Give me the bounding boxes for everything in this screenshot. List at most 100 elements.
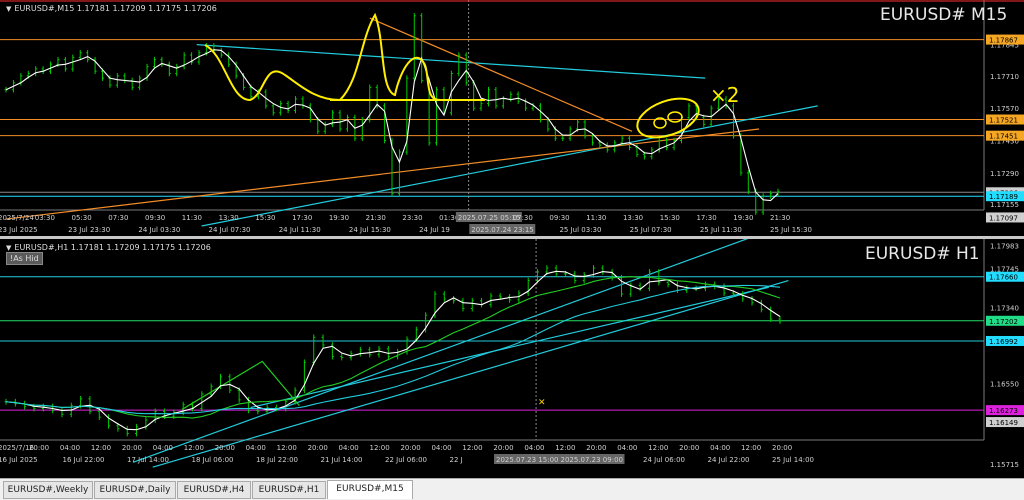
x-tick-label: 17:30 (292, 214, 312, 222)
x-date-label: 24 Jul 15:30 (349, 226, 391, 234)
price-tag-label: 1.16273 (989, 407, 1018, 415)
x-tick-label: 03:30 (35, 214, 55, 222)
chart-menu-triangle-icon[interactable]: ▼ (6, 244, 11, 252)
x-tick-label: 12:00 (741, 444, 761, 452)
y-tick-label: 1.16550 (990, 380, 1019, 388)
x-tick-label: 2025.07.25 05:15 (458, 214, 520, 222)
as-hidden-button[interactable]: !As Hid (6, 252, 43, 265)
x-date-label: 18 Jul 06:00 (192, 456, 234, 464)
x-tick-label: 04:00 (524, 444, 544, 452)
x-tick-label: 20:00 (679, 444, 699, 452)
x-tick-label: 20:00 (772, 444, 792, 452)
price-tag-label: 1.17189 (989, 193, 1018, 201)
tab-weekly[interactable]: EURUSD#,Weekly (3, 481, 93, 499)
x-date-label: 18 Jul 22:00 (256, 456, 298, 464)
x-tick-label: 20:00 (493, 444, 513, 452)
x-date-label: 25 Jul 11:30 (700, 226, 742, 234)
x-tick-label: 07:30 (513, 214, 533, 222)
x-tick-label: 20:00 (122, 444, 142, 452)
x-date-label: 24 Jul 19 (419, 226, 450, 234)
x-date-label: 25 Jul 07:30 (630, 226, 672, 234)
tab-m15[interactable]: EURUSD#,M15 (327, 480, 413, 499)
x-tick-label: 20:00 (400, 444, 420, 452)
tab-h4[interactable]: EURUSD#,H4 (177, 481, 251, 499)
chart-h1-title: EURUSD# H1 (865, 244, 980, 264)
x-tick-label: 12:00 (370, 444, 390, 452)
x-tick-label: 04:00 (710, 444, 730, 452)
x-date-label: 16 Jul 2025 (0, 456, 38, 464)
x-date-label: 22 Jul 06:00 (385, 456, 427, 464)
yellow-x2-annotation: ×2 (710, 83, 739, 107)
price-tag-label: 1.17202 (989, 318, 1018, 326)
y-tick-label: 1.15715 (990, 461, 1019, 469)
x-tick-label: 11:30 (586, 214, 606, 222)
x-date-label: 24 Jul 11:30 (279, 226, 321, 234)
chart-m15-title: EURUSD# M15 (880, 5, 1008, 25)
price-tag-label: 1.16992 (989, 338, 1018, 346)
y-tick-label: 1.17155 (990, 201, 1019, 209)
moving-average-line-0 (5, 270, 781, 431)
drawn-polyline-3 (181, 360, 300, 410)
x-tick-label: 05:30 (72, 214, 92, 222)
x-tick-label: 04:00 (431, 444, 451, 452)
tab-daily[interactable]: EURUSD#,Daily (94, 481, 176, 499)
x-tick-label: 20:00 (586, 444, 606, 452)
chart-m15-header-text: EURUSD#,M15 1.17181 1.17209 1.17175 1.17… (14, 4, 217, 13)
cross-marker-icon: ✕ (538, 398, 546, 408)
trendline-1 (152, 280, 789, 468)
x-tick-label: 12:00 (462, 444, 482, 452)
tab-h1[interactable]: EURUSD#,H1 (252, 481, 326, 499)
x-tick-label: 04:00 (60, 444, 80, 452)
chart-m15-plot[interactable]: 1.178451.177101.175701.174301.172901.171… (0, 0, 1024, 236)
x-tick-label: 04:00 (246, 444, 266, 452)
x-tick-label: 15:30 (660, 214, 680, 222)
x-tick-label: 12:00 (555, 444, 575, 452)
x-date-label: 25 Jul 14:00 (772, 456, 814, 464)
yellow-small-circle-annotation (667, 111, 683, 123)
x-date-label: 2025.07.23 09:00 (561, 456, 623, 464)
x-date-label: 2025.07.23 15:00 (496, 456, 558, 464)
x-tick-label: 21:30 (770, 214, 790, 222)
y-tick-label: 1.17340 (990, 305, 1019, 313)
x-date-label: 25 Jul 15:30 (770, 226, 812, 234)
x-date-label: 25 Jul 03:30 (559, 226, 601, 234)
x-tick-label: 12:00 (277, 444, 297, 452)
x-tick-label: 19:30 (733, 214, 753, 222)
x-date-label: 2025.07.24 23:15 (471, 226, 533, 234)
x-tick-label: 12:00 (648, 444, 668, 452)
chart-h1[interactable]: 1.179831.177451.173401.169901.165501.157… (0, 233, 1024, 477)
x-tick-label: 13:30 (623, 214, 643, 222)
chart-tab-bar: EURUSD#,Weekly EURUSD#,Daily EURUSD#,H4 … (0, 478, 1024, 500)
y-tick-label: 1.17710 (990, 73, 1019, 81)
price-tag-label: 1.17660 (989, 274, 1018, 282)
x-date-label: 22 J (450, 456, 463, 464)
x-date-label: 23 Jul 2025 (0, 226, 38, 234)
y-tick-label: 1.17570 (990, 105, 1019, 113)
trendline-3 (369, 17, 633, 132)
chart-h1-plot[interactable]: 1.179831.177451.173401.169901.165501.157… (0, 233, 1024, 477)
price-tag-label: 1.17521 (989, 117, 1018, 125)
x-tick-label: 04:00 (617, 444, 637, 452)
x-tick-label: 09:30 (549, 214, 569, 222)
price-tag-label: 1.16149 (989, 419, 1018, 427)
price-tag-label: 1.17867 (989, 37, 1018, 45)
chart-m15[interactable]: 1.17845 1.17710 1.17570 1.17430 1.17290 1.171… (0, 0, 1024, 236)
trendline-2 (5, 128, 760, 220)
price-tag-label: 1.17451 (989, 133, 1018, 141)
moving-average-line-2 (5, 284, 781, 415)
chart-h1-header: ▼ EURUSD#,H1 1.17181 1.17209 1.17175 1.17… (6, 243, 211, 252)
chart-m15-header: ▼ EURUSD#,M15 1.17181 1.17209 1.17175 1.1… (6, 4, 217, 13)
y-tick-label: 1.17983 (990, 243, 1019, 251)
x-tick-label: 21:30 (366, 214, 386, 222)
x-tick-label: 13:30 (219, 214, 239, 222)
x-tick-label: 12:00 (184, 444, 204, 452)
x-tick-label: 11:30 (182, 214, 202, 222)
chart-menu-triangle-icon[interactable]: ▼ (6, 5, 11, 13)
x-tick-label: 20:00 (215, 444, 235, 452)
chart-h1-header-text: EURUSD#,H1 1.17181 1.17209 1.17175 1.172… (14, 243, 211, 252)
x-tick-label: 04:00 (339, 444, 359, 452)
x-date-label: 24 Jul 22:00 (708, 456, 750, 464)
x-tick-label: 19:30 (329, 214, 349, 222)
x-tick-label: 15:30 (255, 214, 275, 222)
x-tick-label: 12:00 (91, 444, 111, 452)
